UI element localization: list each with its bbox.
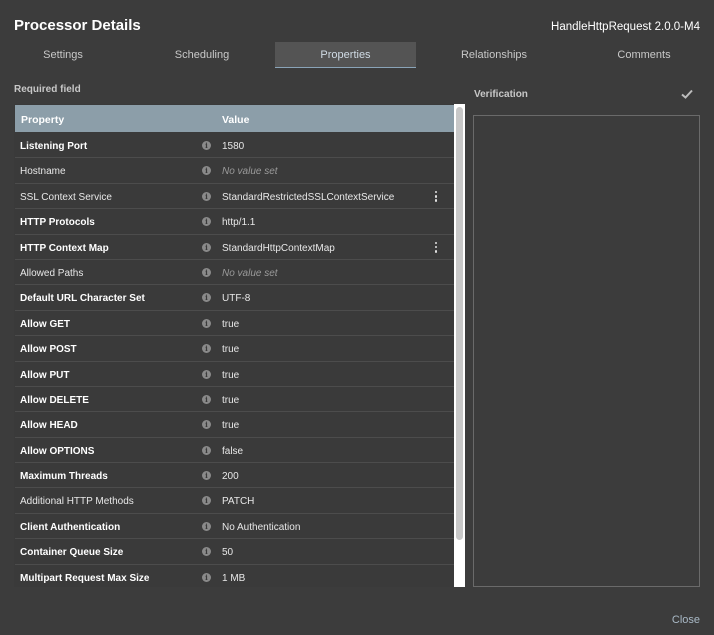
info-icon[interactable]: i — [202, 141, 211, 150]
property-value[interactable]: 1 MB — [222, 573, 245, 584]
header-property[interactable]: Property — [21, 114, 64, 126]
required-field-label: Required field — [14, 84, 81, 95]
verification-label: Verification — [474, 89, 528, 100]
property-value[interactable]: 50 — [222, 547, 233, 558]
header-value[interactable]: Value — [222, 114, 249, 126]
property-name: Maximum Threads — [20, 471, 108, 483]
table-header: Property Value — [15, 105, 454, 132]
table-row[interactable]: Allow HEAD i true — [15, 412, 454, 438]
property-value[interactable]: UTF-8 — [222, 293, 250, 304]
close-button[interactable]: Close — [672, 614, 700, 626]
property-value[interactable]: No value set — [222, 166, 278, 177]
property-name: Default URL Character Set — [20, 293, 145, 305]
property-name: Allowed Paths — [20, 267, 84, 279]
property-value[interactable]: 1580 — [222, 141, 244, 152]
info-icon[interactable]: i — [202, 547, 211, 557]
info-icon[interactable]: i — [202, 394, 211, 404]
table-row[interactable]: Allow PUT i true — [15, 362, 454, 387]
tab-settings[interactable]: Settings — [0, 42, 126, 68]
property-value[interactable]: No Authentication — [222, 522, 300, 533]
check-icon[interactable] — [681, 89, 693, 99]
property-value[interactable]: true — [222, 319, 239, 330]
property-name: Allow DELETE — [20, 394, 89, 406]
info-icon[interactable]: i — [202, 445, 211, 455]
property-value[interactable]: true — [222, 370, 239, 381]
property-name: Additional HTTP Methods — [20, 496, 134, 508]
more-options-icon[interactable] — [433, 241, 439, 253]
property-name: Allow OPTIONS — [20, 445, 95, 457]
info-icon[interactable]: i — [202, 344, 211, 354]
info-icon[interactable]: i — [202, 572, 211, 582]
table-scrollbar[interactable] — [454, 104, 465, 587]
info-icon[interactable]: i — [202, 293, 211, 303]
info-icon[interactable]: i — [202, 267, 211, 277]
info-icon[interactable]: i — [202, 369, 211, 379]
more-options-icon[interactable] — [433, 190, 439, 202]
property-value[interactable]: No value set — [222, 268, 278, 279]
property-value[interactable]: StandardHttpContextMap — [222, 243, 335, 254]
info-icon[interactable]: i — [202, 471, 211, 481]
table-row[interactable]: Allow GET i true — [15, 311, 454, 337]
table-row[interactable]: Multipart Request Max Size i 1 MB — [15, 565, 454, 587]
info-icon[interactable]: i — [202, 191, 211, 201]
property-name: Multipart Request Max Size — [20, 572, 150, 584]
properties-table: Property Value Listening Port i 1580 Hostna… — [14, 104, 465, 587]
property-name: Allow PUT — [20, 369, 70, 381]
tab-comments[interactable]: Comments — [574, 42, 714, 68]
verification-panel — [473, 115, 700, 587]
property-value[interactable]: StandardRestrictedSSLContextService — [222, 192, 394, 203]
tab-properties[interactable]: Properties — [275, 42, 416, 68]
property-name: Client Authentication — [20, 521, 121, 533]
table-row[interactable]: Client Authentication i No Authentication — [15, 514, 454, 540]
info-icon[interactable]: i — [202, 521, 211, 531]
property-name: Allow HEAD — [20, 420, 78, 432]
property-name: Listening Port — [20, 141, 88, 152]
table-row[interactable]: HTTP Protocols i http/1.1 — [15, 209, 454, 235]
info-icon[interactable]: i — [202, 242, 211, 252]
table-row[interactable]: SSL Context Service i StandardRestrictedSS… — [15, 184, 454, 210]
tab-relationships[interactable]: Relationships — [422, 42, 566, 68]
property-name: Allow GET — [20, 318, 70, 330]
table-row[interactable]: Additional HTTP Methods i PATCH — [15, 488, 454, 514]
table-body: Listening Port i 1580 Hostname i No value set… — [15, 133, 454, 587]
property-value[interactable]: http/1.1 — [222, 217, 255, 228]
table-row[interactable]: Allowed Paths i No value set — [15, 260, 454, 286]
property-value[interactable]: true — [222, 344, 239, 355]
table-row[interactable]: Allow OPTIONS i false — [15, 438, 454, 464]
info-icon[interactable]: i — [202, 420, 211, 430]
property-value[interactable]: true — [222, 420, 239, 431]
property-name: SSL Context Service — [20, 191, 112, 203]
table-row[interactable]: HTTP Context Map i StandardHttpContextMap — [15, 235, 454, 260]
property-value[interactable]: true — [222, 395, 239, 406]
info-icon[interactable]: i — [202, 166, 211, 176]
property-value[interactable]: PATCH — [222, 496, 254, 507]
scrollbar-thumb[interactable] — [456, 107, 463, 540]
table-row[interactable]: Listening Port i 1580 — [15, 133, 454, 159]
info-icon[interactable]: i — [202, 318, 211, 328]
dialog-title: Processor Details — [14, 17, 141, 34]
property-value[interactable]: false — [222, 446, 243, 457]
tab-scheduling[interactable]: Scheduling — [132, 42, 272, 68]
table-row[interactable]: Allow POST i true — [15, 336, 454, 362]
property-name: HTTP Context Map — [20, 242, 109, 254]
component-name: HandleHttpRequest 2.0.0-M4 — [551, 21, 700, 33]
table-row[interactable]: Container Queue Size i 50 — [15, 539, 454, 565]
property-name: Container Queue Size — [20, 547, 124, 559]
table-row[interactable]: Maximum Threads i 200 — [15, 463, 454, 489]
table-row[interactable]: Allow DELETE i true — [15, 387, 454, 413]
property-name: Allow POST — [20, 344, 77, 356]
property-name: Hostname — [20, 166, 66, 178]
property-name: HTTP Protocols — [20, 217, 95, 229]
tab-bar: Settings Scheduling Properties Relations… — [0, 42, 714, 68]
info-icon[interactable]: i — [202, 496, 211, 506]
info-icon[interactable]: i — [202, 217, 211, 227]
property-value[interactable]: 200 — [222, 471, 239, 482]
table-row[interactable]: Default URL Character Set i UTF-8 — [15, 285, 454, 311]
table-row[interactable]: Hostname i No value set — [15, 158, 454, 184]
